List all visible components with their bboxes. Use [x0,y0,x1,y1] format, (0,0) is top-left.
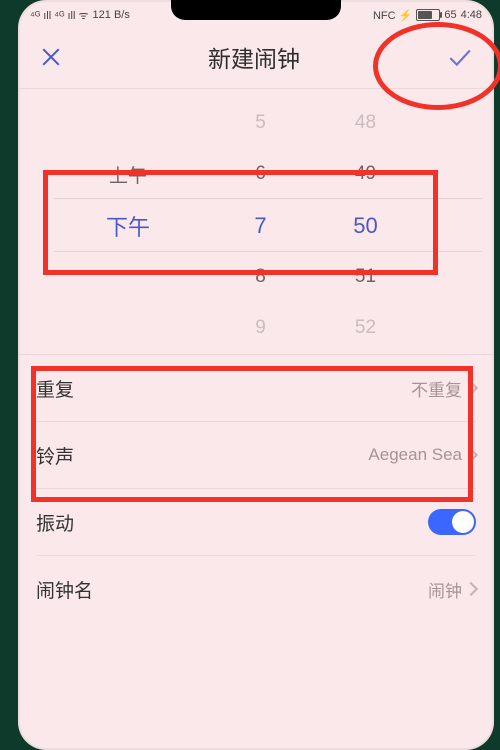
row-vibrate: 振动 [36,489,476,556]
row-ringtone[interactable]: 铃声 Aegean Sea [36,422,476,489]
ampm-prev: 上午 [73,148,183,199]
vibrate-toggle[interactable] [428,509,476,535]
min-p2: 52 [318,303,413,354]
time-picker[interactable]: 上午 下午 5 6 7 8 9 48 49 50 51 52 [18,89,494,355]
device-notch [171,0,341,20]
confirm-icon[interactable] [446,44,472,70]
hour-m2: 5 [213,97,308,148]
hour-p1: 8 [213,251,308,302]
battery-icon [416,9,440,21]
ringtone-label: 铃声 [36,442,74,469]
row-alarm-name[interactable]: 闹钟名 闹钟 [36,556,476,622]
close-icon[interactable] [40,46,62,68]
vibrate-label: 振动 [36,509,74,536]
chevron-right-icon [464,381,478,395]
battery-pct: 65 [444,9,456,21]
picker-col-hour[interactable]: 5 6 7 8 9 [213,89,308,354]
settings-list: 重复 不重复 铃声 Aegean Sea 振动 闹钟名 闹钟 [18,355,494,622]
row-repeat[interactable]: 重复 不重复 [36,355,476,422]
signal-icon: ⁴ᴳ ıll ⁴ᴳ ıll ᯤ [30,8,89,23]
hour-m1: 6 [213,148,308,199]
net-speed: 121 B/s [93,9,130,21]
page-title: 新建闹钟 [208,40,300,74]
repeat-label: 重复 [36,375,74,402]
min-m1: 49 [318,148,413,199]
alarm-name-value: 闹钟 [428,577,462,602]
hour-p2: 9 [213,303,308,354]
clock-time: 4:48 [461,9,482,21]
chevron-right-icon [464,448,478,462]
picker-col-minute[interactable]: 48 49 50 51 52 [318,89,413,354]
ringtone-value: Aegean Sea [368,445,462,465]
nfc-icon: NFC ⚡ [373,9,412,22]
min-m2: 48 [318,97,413,148]
min-p1: 51 [318,251,413,302]
hour-selected: 7 [213,200,308,251]
alarm-name-label: 闹钟名 [36,576,93,603]
picker-col-ampm[interactable]: 上午 下午 [73,89,183,354]
chevron-right-icon [464,582,478,596]
repeat-value: 不重复 [411,376,462,401]
ampm-selected: 下午 [73,200,183,251]
min-selected: 50 [318,200,413,251]
header-bar: 新建闹钟 [18,26,494,89]
